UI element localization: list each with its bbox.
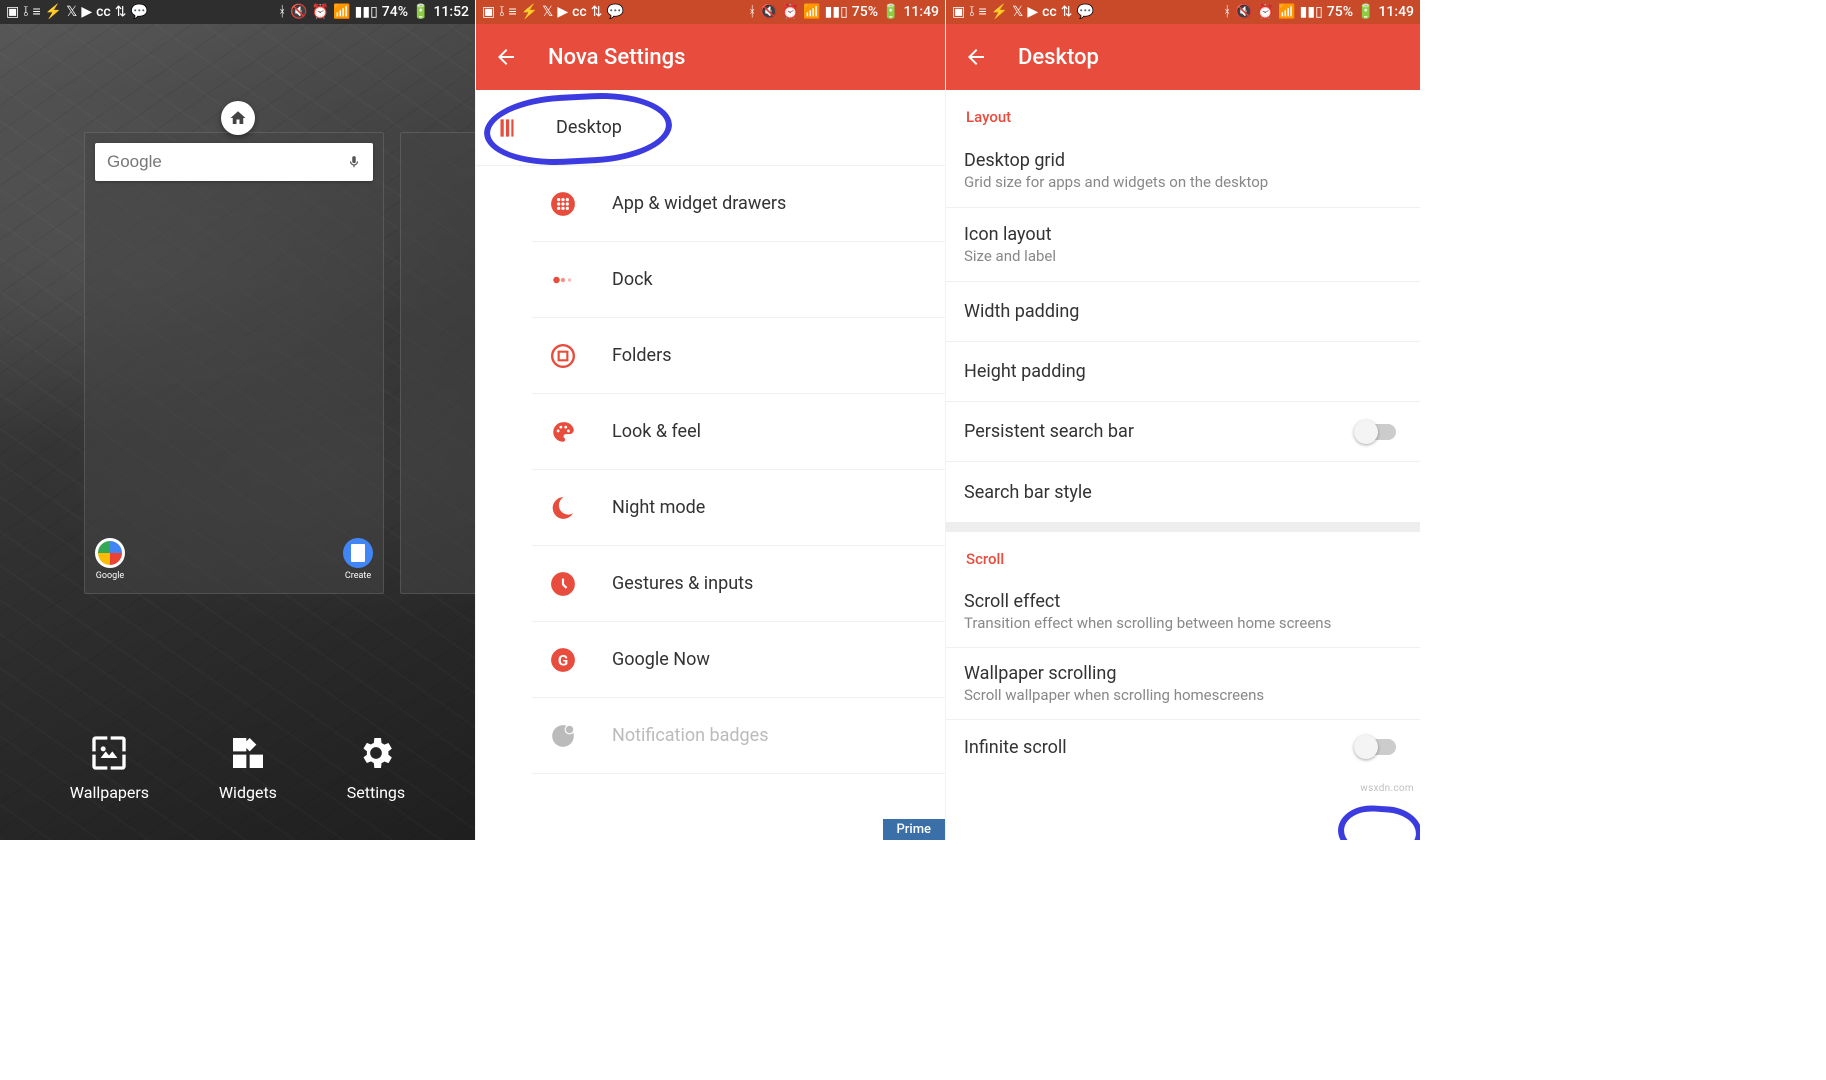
homescreen-thumbnail-next[interactable] xyxy=(400,132,475,594)
setting-wallpaper-scrolling[interactable]: Wallpaper scrolling Scroll wallpaper whe… xyxy=(946,648,1420,720)
toggle-persistent-search[interactable] xyxy=(1356,424,1396,440)
google-g-icon: G xyxy=(550,647,576,673)
homescreen-thumbnail[interactable]: Google Google Create xyxy=(84,132,384,594)
status-left-icons: ▣⫱≡⚡𝕏▶cc⇅💬 xyxy=(6,0,148,24)
signal-icon: ▮▮▯ xyxy=(355,0,378,24)
setting-night-mode[interactable]: Night mode xyxy=(532,470,945,546)
setting-height-padding[interactable]: Height padding xyxy=(946,342,1420,402)
desktop-settings-list[interactable]: Layout Desktop grid Grid size for apps a… xyxy=(946,90,1420,840)
default-home-button[interactable] xyxy=(221,101,255,135)
setting-notification-badges[interactable]: Notification badges xyxy=(532,698,945,774)
setting-scroll-effect[interactable]: Scroll effect Transition effect when scr… xyxy=(946,576,1420,648)
setting-search-bar-style[interactable]: Search bar style xyxy=(946,462,1420,522)
wallpapers-button[interactable]: Wallpapers xyxy=(70,733,149,802)
google-logo-text: Google xyxy=(107,152,162,172)
clock: 11:52 xyxy=(433,0,469,24)
section-divider xyxy=(946,522,1420,532)
folders-icon xyxy=(550,343,576,369)
status-right: ᚼ🔇⏰📶▮▮▯ 74%🔋 11:52 xyxy=(278,0,469,24)
mute-icon: 🔇 xyxy=(290,0,307,24)
app-bar: Nova Settings xyxy=(476,24,945,90)
launcher-editor-screen: ▣⫱≡⚡𝕏▶cc⇅💬 ᚼ🔇⏰📶▮▮▯ 74%🔋 11:52 Google Goo… xyxy=(0,0,476,840)
status-bar: ▣⫱≡⚡𝕏▶cc⇅💬 ᚼ🔇⏰📶▮▮▯ 75%🔋11:49 xyxy=(946,0,1420,24)
setting-infinite-scroll[interactable]: Infinite scroll xyxy=(946,720,1420,774)
page-title: Desktop xyxy=(1018,45,1099,70)
svg-text:G: G xyxy=(558,651,568,669)
google-search-bar[interactable]: Google xyxy=(95,143,373,181)
section-header-scroll: Scroll xyxy=(946,532,1420,576)
back-icon[interactable] xyxy=(494,45,518,69)
wallpapers-icon xyxy=(89,733,129,773)
setting-look-feel[interactable]: Look & feel xyxy=(532,394,945,470)
widgets-icon xyxy=(228,733,268,773)
setting-desktop-grid[interactable]: Desktop grid Grid size for apps and widg… xyxy=(946,134,1420,208)
desktop-settings-screen: ▣⫱≡⚡𝕏▶cc⇅💬 ᚼ🔇⏰📶▮▮▯ 75%🔋11:49 Desktop Lay… xyxy=(946,0,1420,840)
bluetooth-icon: ᚼ xyxy=(278,0,286,24)
setting-width-padding[interactable]: Width padding xyxy=(946,282,1420,342)
moon-icon xyxy=(550,495,576,521)
setting-google-now[interactable]: G Google Now xyxy=(532,622,945,698)
docs-icon xyxy=(343,538,373,568)
watermark: wsxdn.com xyxy=(1360,783,1414,794)
battery-pct: 74% xyxy=(382,0,408,24)
status-bar: ▣⫱≡⚡𝕏▶cc⇅💬 ᚼ🔇⏰📶▮▮▯ 75%🔋11:49 xyxy=(476,0,945,24)
dock-icon xyxy=(550,267,576,293)
app-create[interactable]: Create xyxy=(343,538,373,581)
desktop-icon xyxy=(494,115,520,141)
back-icon[interactable] xyxy=(964,45,988,69)
setting-persistent-search-bar[interactable]: Persistent search bar xyxy=(946,402,1420,462)
settings-button[interactable]: Settings xyxy=(347,733,405,802)
alarm-icon: ⏰ xyxy=(312,0,329,24)
toggle-infinite-scroll[interactable] xyxy=(1356,739,1396,755)
app-bar: Desktop xyxy=(946,24,1420,90)
prime-badge: Prime xyxy=(883,819,946,840)
setting-app-widget-drawers[interactable]: App & widget drawers xyxy=(532,166,945,242)
widgets-button[interactable]: Widgets xyxy=(219,733,277,802)
mic-icon[interactable] xyxy=(347,155,361,169)
status-bar: ▣⫱≡⚡𝕏▶cc⇅💬 ᚼ🔇⏰📶▮▮▯ 74%🔋 11:52 xyxy=(0,0,475,24)
setting-desktop[interactable]: Desktop xyxy=(476,90,945,166)
google-icon xyxy=(95,538,125,568)
setting-dock[interactable]: Dock xyxy=(532,242,945,318)
section-header-layout: Layout xyxy=(946,90,1420,134)
page-title: Nova Settings xyxy=(548,45,685,70)
annotation-circle xyxy=(1336,803,1420,840)
setting-folders[interactable]: Folders xyxy=(532,318,945,394)
settings-list[interactable]: Desktop App & widget drawers Dock Folder… xyxy=(476,90,945,840)
home-icon xyxy=(229,109,247,127)
palette-icon xyxy=(550,419,576,445)
gestures-icon xyxy=(550,571,576,597)
drawer-icon xyxy=(550,191,576,217)
setting-gestures[interactable]: Gestures & inputs xyxy=(532,546,945,622)
setting-icon-layout[interactable]: Icon layout Size and label xyxy=(946,208,1420,282)
wifi-icon: 📶 xyxy=(333,0,350,24)
app-google[interactable]: Google xyxy=(95,538,125,581)
nova-settings-screen: ▣⫱≡⚡𝕏▶cc⇅💬 ᚼ🔇⏰📶▮▮▯ 75%🔋11:49 Nova Settin… xyxy=(476,0,946,840)
gear-icon xyxy=(356,733,396,773)
badge-icon xyxy=(550,723,576,749)
home-editor[interactable]: Google Google Create Wallpapers xyxy=(0,24,475,840)
